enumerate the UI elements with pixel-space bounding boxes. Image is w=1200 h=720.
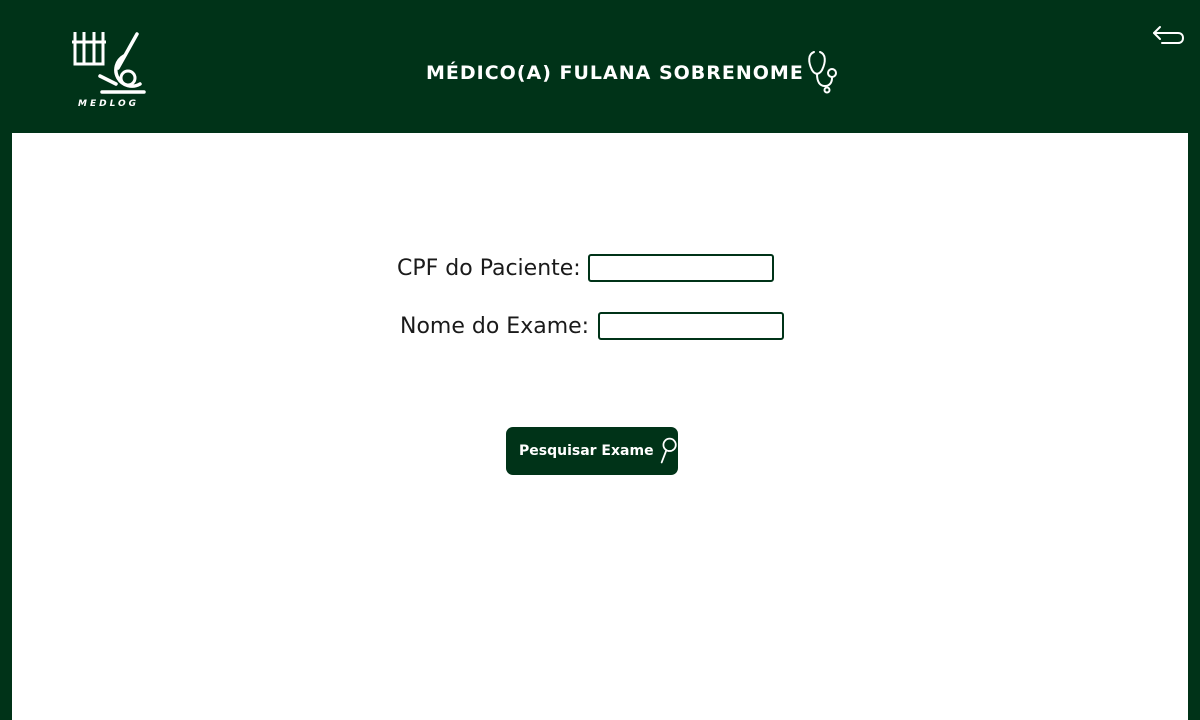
doctor-title: MÉDICO(A) FULANA SOBRENOME — [426, 51, 838, 94]
cpf-row: CPF do Paciente: — [397, 254, 774, 282]
search-button-label: Pesquisar Exame — [519, 443, 654, 459]
cpf-input[interactable] — [587, 254, 774, 282]
medlog-logo: MEDLOG — [72, 30, 148, 110]
main-panel: CPF do Paciente: Nome do Exame: Pesquisa… — [12, 133, 1188, 720]
microscope-logo-icon — [72, 32, 146, 94]
stethoscope-icon — [808, 51, 837, 94]
header: MEDLOG MÉDICO(A) FULANA SOBRENOME — [0, 0, 1200, 133]
exame-row: Nome do Exame: — [400, 312, 785, 340]
exame-input[interactable] — [598, 312, 785, 340]
back-button[interactable] — [1150, 22, 1186, 50]
exame-label: Nome do Exame: — [400, 313, 590, 339]
doctor-name: MÉDICO(A) FULANA SOBRENOME — [426, 62, 804, 84]
magnifier-icon — [660, 437, 677, 464]
logo-text: MEDLOG — [78, 99, 140, 109]
back-arrow-icon — [1153, 26, 1184, 44]
cpf-label: CPF do Paciente: — [397, 255, 581, 281]
search-exam-button[interactable]: Pesquisar Exame — [506, 427, 678, 475]
